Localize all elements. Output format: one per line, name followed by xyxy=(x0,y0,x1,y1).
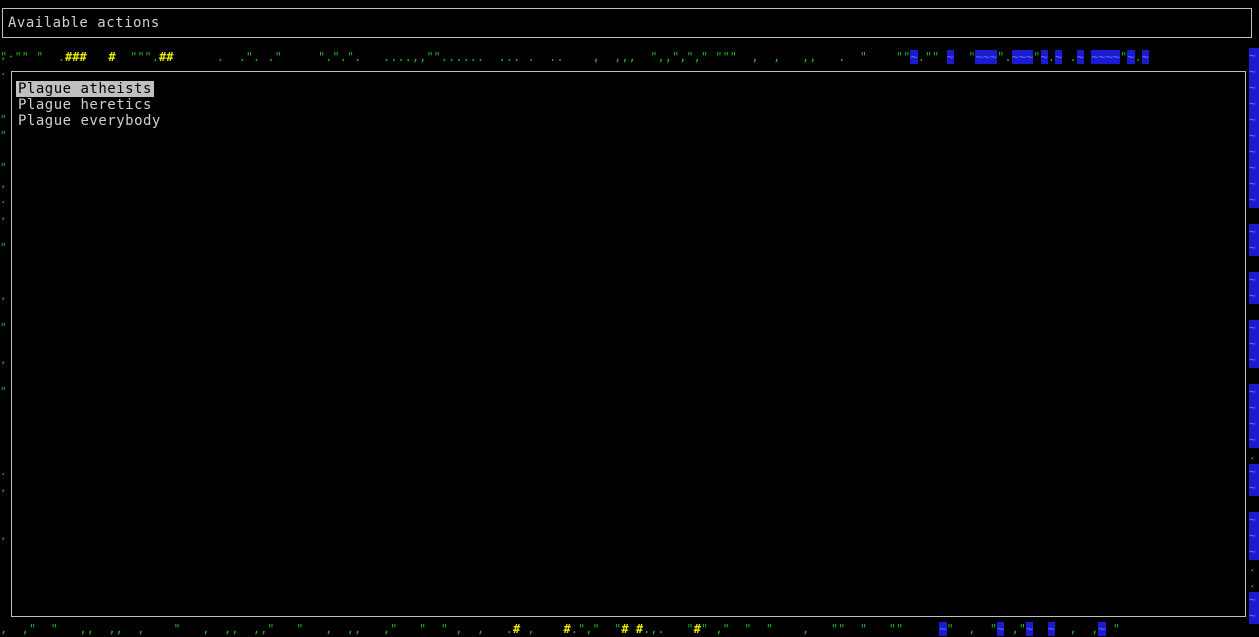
action-list: Plague atheists Plague heretics Plague e… xyxy=(16,81,163,129)
title-text: Available actions xyxy=(8,15,160,31)
action-plague-everybody[interactable]: Plague everybody xyxy=(16,113,163,129)
action-plague-heretics[interactable]: Plague heretics xyxy=(16,97,154,113)
terrain-row-bottom: , ," " ,, ,, , " , ,, ,," " , ,, ," " " … xyxy=(0,622,1120,636)
terrain-column-left: , . " " " , . , " , " , " . , , xyxy=(0,49,7,542)
action-plague-atheists[interactable]: Plague atheists xyxy=(16,81,154,97)
terrain-row-top: "·"" " .### # """.## . .". ." ".".". ...… xyxy=(0,50,1149,64)
water-column-right: ~ ~ ~ ~ ~ ~ ~ ~ ~ ~ ~ ~ ~ ~ ~ ~ ~ ~ ~ ~ … xyxy=(1249,48,1259,628)
actions-menu: Plague atheists Plague heretics Plague e… xyxy=(11,71,1246,617)
title-bar: Available actions xyxy=(2,8,1252,38)
